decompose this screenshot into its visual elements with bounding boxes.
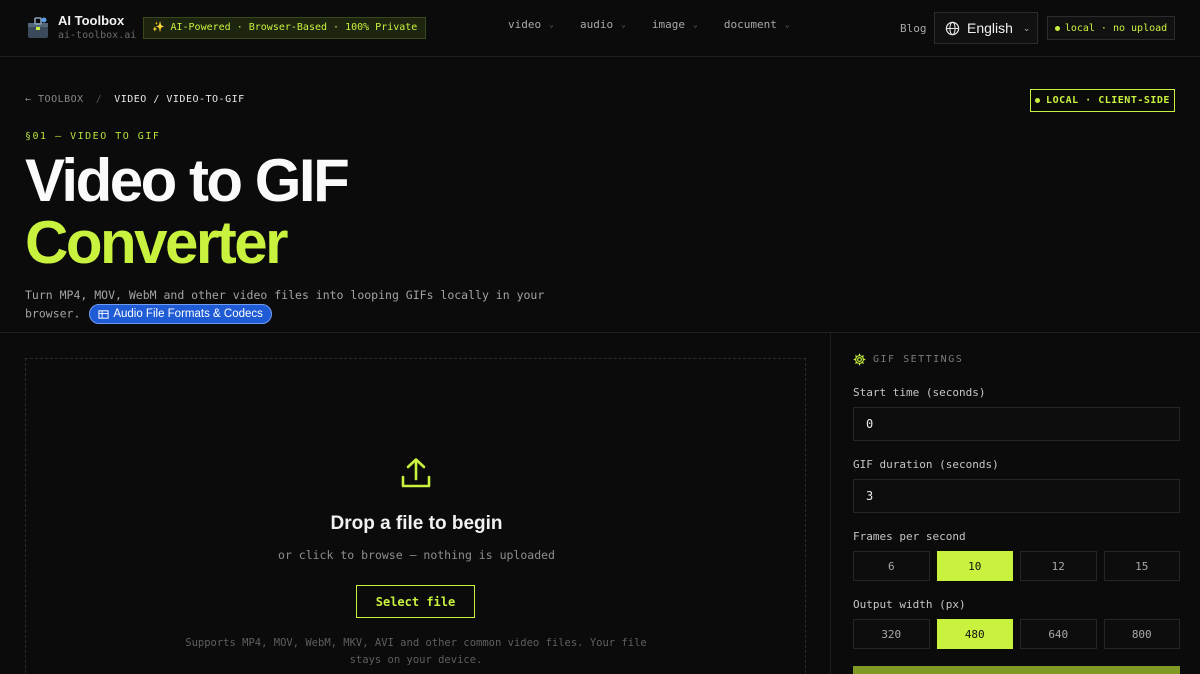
local-status-text: local · no upload <box>1064 22 1168 34</box>
nav-label: audio <box>579 18 614 31</box>
width-option[interactable]: 640 <box>1020 619 1097 649</box>
blog-link[interactable]: Blog <box>900 22 927 35</box>
duration-input[interactable]: 3 <box>853 479 1180 513</box>
breadcrumb-back-link[interactable]: ← TOOLBOX <box>25 94 84 105</box>
page-description: Turn MP4, MOV, WebM and other video file… <box>25 286 545 324</box>
nav-label: video <box>508 18 542 31</box>
nav-label: document <box>723 18 777 31</box>
settings-heading-text: GIF SETTINGS <box>873 354 964 365</box>
local-client-side-badge: LOCAL · CLIENT-SIDE <box>1030 89 1175 112</box>
fps-option[interactable]: 15 <box>1103 551 1180 581</box>
page-title-line1: Video to GIF <box>25 147 350 214</box>
status-dot-icon <box>1054 25 1060 31</box>
upload-icon <box>401 458 431 488</box>
nav-label: image <box>651 18 686 31</box>
gif-settings-panel: GIF SETTINGS Start time (seconds) 0 GIF … <box>830 333 1200 674</box>
fps-option[interactable]: 12 <box>1020 551 1097 581</box>
dropzone-title: Drop a file to begin <box>330 513 503 534</box>
nav-image[interactable]: image ⌄ <box>652 18 698 31</box>
page-title-line2: Converter <box>25 209 288 276</box>
select-file-button[interactable]: Select file <box>356 585 475 618</box>
language-selector[interactable]: English ⌄ <box>934 12 1038 44</box>
breadcrumb-current: VIDEO / VIDEO-TO-GIF <box>114 94 245 105</box>
fps-option-selected[interactable]: 10 <box>936 551 1013 581</box>
brand-domain: ai-toolbox.ai <box>58 30 137 41</box>
format-guide-label: Audio File Formats & Codecs <box>113 308 263 320</box>
section-label: §01 — VIDEO TO GIF <box>25 131 161 142</box>
tagline-badge: ✨ AI-Powered · Browser-Based · 100% Priv… <box>143 17 427 39</box>
breadcrumb: ← TOOLBOX / VIDEO / VIDEO-TO-GIF <box>25 94 245 105</box>
badge-text: LOCAL · CLIENT-SIDE <box>1046 95 1170 106</box>
language-label: English <box>967 20 1013 36</box>
table-icon <box>98 309 109 319</box>
nav-document[interactable]: document ⌄ <box>724 18 790 31</box>
width-label: Output width (px) <box>853 598 966 611</box>
chevron-down-icon: ⌄ <box>1022 22 1031 33</box>
start-time-input[interactable]: 0 <box>853 407 1180 441</box>
fps-selector: 6 10 12 15 <box>853 551 1180 581</box>
format-guide-link[interactable]: Audio File Formats & Codecs <box>89 304 272 324</box>
chevron-down-icon: ⌄ <box>621 20 626 29</box>
main-nav: video ⌄ audio ⌄ image ⌄ document ⌄ <box>508 18 816 31</box>
chevron-down-icon: ⌄ <box>784 20 790 29</box>
width-selector: 320 480 640 800 <box>853 619 1180 649</box>
chevron-down-icon: ⌄ <box>549 20 554 29</box>
width-option[interactable]: 800 <box>1103 619 1180 649</box>
brand-title[interactable]: AI Toolbox <box>58 13 124 28</box>
status-dot-icon <box>1035 98 1041 103</box>
start-time-label: Start time (seconds) <box>853 386 986 399</box>
globe-icon <box>945 21 960 35</box>
fps-option[interactable]: 6 <box>853 551 930 581</box>
dropzone-subtitle: or click to browse — nothing is uploaded <box>278 548 555 562</box>
toolbox-logo-icon[interactable] <box>26 15 50 41</box>
duration-label: GIF duration (seconds) <box>853 458 999 471</box>
local-status-pill: local · no upload <box>1047 16 1175 40</box>
settings-heading: GIF SETTINGS <box>853 353 963 366</box>
width-option[interactable]: 320 <box>853 619 930 649</box>
convert-button[interactable] <box>853 666 1180 674</box>
file-dropzone[interactable]: Drop a file to begin or click to browse … <box>25 358 806 674</box>
width-option-selected[interactable]: 480 <box>936 619 1013 649</box>
nav-audio[interactable]: audio ⌄ <box>580 18 626 31</box>
chevron-down-icon: ⌄ <box>693 20 698 29</box>
nav-video[interactable]: video ⌄ <box>508 18 554 31</box>
dropzone-note: Supports MP4, MOV, WebM, MKV, AVI and ot… <box>185 637 647 666</box>
fps-label: Frames per second <box>853 530 966 543</box>
gear-icon <box>853 353 866 366</box>
top-header: AI Toolbox ai-toolbox.ai ✨ AI-Powered · … <box>0 0 1200 57</box>
breadcrumb-separator: / <box>95 94 103 105</box>
